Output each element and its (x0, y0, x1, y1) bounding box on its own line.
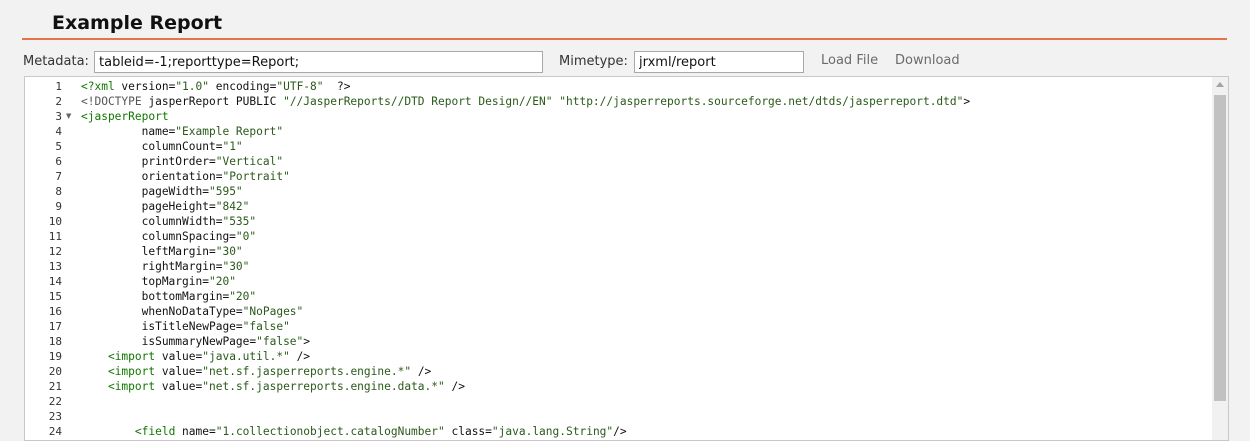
code-line[interactable]: 21 <import value="net.sf.jasperreports.e… (25, 379, 1212, 394)
code-text: orientation="Portrait" (81, 170, 290, 183)
download-link[interactable]: Download (895, 51, 960, 71)
line-number: 3 (55, 110, 62, 123)
code-line[interactable]: 9 pageHeight="842" (25, 199, 1212, 214)
code-line[interactable]: 5 columnCount="1" (25, 139, 1212, 154)
code-line[interactable]: 14 topMargin="20" (25, 274, 1212, 289)
mimetype-input[interactable] (634, 51, 804, 73)
code-line[interactable]: 1 <?xml version="1.0" encoding="UTF-8" ?> (25, 79, 1212, 94)
code-line[interactable]: 17 isTitleNewPage="false" (25, 319, 1212, 334)
vertical-scrollbar[interactable] (1212, 77, 1228, 440)
code-line[interactable]: 3 ▼ <jasperReport (25, 109, 1212, 124)
line-number: 14 (48, 275, 62, 288)
line-number: 22 (48, 395, 62, 408)
code-line[interactable]: 4 name="Example Report" (25, 124, 1212, 139)
code-line[interactable]: 20 <import value="net.sf.jasperreports.e… (25, 364, 1212, 379)
code-line[interactable]: 19 <import value="java.util.*" /> (25, 349, 1212, 364)
code-text: <import value="net.sf.jasperreports.engi… (107, 380, 465, 393)
code-text: <import value="net.sf.jasperreports.engi… (107, 365, 432, 378)
code-text: pageWidth="595" (81, 185, 243, 198)
code-text: whenNoDataType="NoPages" (81, 305, 304, 318)
code-text: <!DOCTYPE jasperReport PUBLIC "//JasperR… (81, 95, 971, 108)
line-number: 17 (48, 320, 62, 333)
code-text: leftMargin="30" (81, 245, 243, 258)
code-text: <jasperReport (81, 110, 169, 123)
mimetype-label: Mimetype: (559, 54, 628, 69)
line-number: 16 (48, 305, 62, 318)
metadata-input[interactable] (94, 51, 543, 73)
line-number: 19 (48, 350, 62, 363)
line-number: 13 (48, 260, 62, 273)
code-text: topMargin="20" (81, 275, 236, 288)
line-number: 11 (48, 230, 62, 243)
code-text: pageHeight="842" (81, 200, 250, 213)
line-number: 18 (48, 335, 62, 348)
code-line[interactable]: 11 columnSpacing="0" (25, 229, 1212, 244)
line-number: 2 (55, 95, 62, 108)
load-file-link[interactable]: Load File (821, 51, 878, 71)
code-line[interactable]: 13 rightMargin="30" (25, 259, 1212, 274)
line-number: 8 (55, 185, 62, 198)
metadata-label: Metadata: (23, 54, 89, 69)
code-text: <?xml version="1.0" encoding="UTF-8" ?> (81, 80, 351, 93)
line-number: 1 (55, 80, 62, 93)
code-text: columnCount="1" (81, 140, 243, 153)
code-line[interactable]: 22 (25, 394, 1212, 409)
page-title: Example Report (52, 12, 223, 34)
code-area[interactable]: 1 <?xml version="1.0" encoding="UTF-8" ?>… (25, 79, 1212, 439)
code-line[interactable]: 2 <!DOCTYPE jasperReport PUBLIC "//Jasper… (25, 94, 1212, 109)
code-text: bottomMargin="20" (81, 290, 257, 303)
line-number: 6 (55, 155, 62, 168)
line-number: 9 (55, 200, 62, 213)
fold-arrow-icon[interactable]: ▼ (66, 109, 71, 124)
code-text: isSummaryNewPage="false"> (81, 335, 311, 348)
code-editor[interactable]: 1 <?xml version="1.0" encoding="UTF-8" ?>… (24, 76, 1229, 441)
line-number: 7 (55, 170, 62, 183)
line-number: 20 (48, 365, 62, 378)
title-underline (22, 38, 1227, 40)
code-text: printOrder="Vertical" (81, 155, 284, 168)
code-line[interactable]: 7 orientation="Portrait" (25, 169, 1212, 184)
code-line[interactable]: 8 pageWidth="595" (25, 184, 1212, 199)
line-number: 15 (48, 290, 62, 303)
code-text: columnWidth="535" (81, 215, 257, 228)
code-line[interactable]: 24 <field name="1.collectionobject.catal… (25, 424, 1212, 439)
code-line[interactable]: 18 isSummaryNewPage="false"> (25, 334, 1212, 349)
line-number: 4 (55, 125, 62, 138)
code-text: name="Example Report" (81, 125, 284, 138)
code-line[interactable]: 23 (25, 409, 1212, 424)
line-number: 23 (48, 410, 62, 423)
line-number: 12 (48, 245, 62, 258)
code-text: <field name="1.collectionobject.catalogN… (134, 425, 627, 438)
code-text: <import value="java.util.*" /> (107, 350, 311, 363)
line-number: 5 (55, 140, 62, 153)
line-number: 21 (48, 380, 62, 393)
code-line[interactable]: 10 columnWidth="535" (25, 214, 1212, 229)
code-line[interactable]: 16 whenNoDataType="NoPages" (25, 304, 1212, 319)
scroll-up-arrow-icon[interactable] (1216, 82, 1224, 87)
code-text: rightMargin="30" (81, 260, 250, 273)
code-text: columnSpacing="0" (81, 230, 257, 243)
line-number: 10 (48, 215, 62, 228)
line-number: 24 (48, 425, 62, 438)
scrollbar-thumb[interactable] (1214, 95, 1226, 401)
code-line[interactable]: 15 bottomMargin="20" (25, 289, 1212, 304)
code-line[interactable]: 12 leftMargin="30" (25, 244, 1212, 259)
code-text: isTitleNewPage="false" (81, 320, 290, 333)
code-line[interactable]: 6 printOrder="Vertical" (25, 154, 1212, 169)
